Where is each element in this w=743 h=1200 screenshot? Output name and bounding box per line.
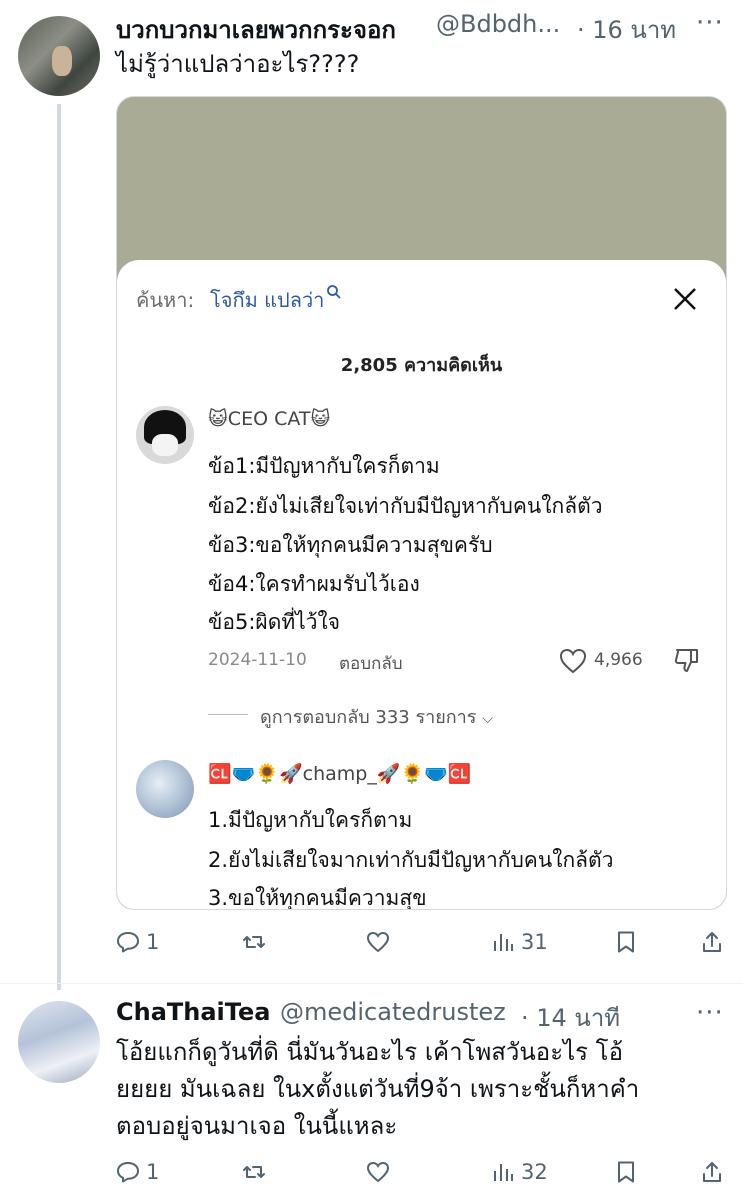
dislike-icon (674, 649, 698, 672)
comment-line: 3.ขอให้ทุกคนมีความสุข (208, 886, 427, 910)
comment-reply-label: ตอบกลับ (339, 654, 403, 674)
comment-line: ข้อ1:มีปัญหากับใครก็ตาม (208, 454, 440, 478)
share-icon (703, 932, 721, 952)
views-chart-icon (494, 934, 513, 951)
comment-count: 2,805 ความคิดเห็น (340, 355, 503, 376)
reply-icon (117, 932, 139, 953)
repost-button[interactable] (242, 927, 266, 957)
heart-icon (366, 1161, 390, 1183)
tweet-actions: 1 31 (116, 927, 726, 957)
timestamp[interactable]: · 14 นาที (521, 998, 620, 1037)
like-button[interactable] (366, 1157, 390, 1187)
tweet-text: โอ้ยแกก็ดูวันที่ดิ นี่มันวันอะไร เค้าโพส… (116, 1034, 639, 1145)
comment-line: 1.มีปัญหากับใครก็ตาม (208, 808, 413, 832)
views-button[interactable]: 32 (491, 1157, 548, 1187)
handle[interactable]: @medicatedrustez (280, 998, 506, 1026)
chevron-down-icon: ⌵ (482, 711, 493, 727)
media-image[interactable]: ค้นหา: โจกึม แปลว่า 2,805 ความคิดเห็น 😺C… (116, 96, 727, 910)
avatar[interactable] (18, 16, 100, 96)
search-label: ค้นหา: (136, 288, 195, 312)
share-button[interactable] (700, 927, 724, 957)
reply-button[interactable]: 1 (116, 927, 159, 957)
commenter-name: 😺CEO CAT😺 (208, 408, 331, 430)
commenter-avatar (136, 760, 194, 818)
share-icon (703, 1162, 721, 1182)
comment-line: 2.ยังไม่เสียใจมากเท่ากับมีปัญหากับคนใกล้… (208, 848, 614, 872)
tweet-divider (0, 983, 743, 984)
comment-date: 2024-11-10 (208, 650, 307, 670)
reply-button[interactable]: 1 (116, 1157, 159, 1187)
repost-icon (243, 936, 265, 948)
tweet-text-line: ตอบอยู่จนมาเจอ ในนี้แหละ (116, 1112, 398, 1140)
more-options-icon[interactable]: ··· (696, 998, 724, 1028)
close-icon (674, 288, 696, 310)
handle[interactable]: @Bdbdh... (436, 10, 560, 38)
commenter-avatar (136, 406, 194, 464)
comment-line: ข้อ4:ใครทำผมรับไว้เอง (208, 572, 420, 596)
search-icon (327, 285, 342, 299)
share-button[interactable] (700, 1157, 724, 1187)
repost-icon (243, 1166, 265, 1178)
bookmark-icon (618, 1161, 634, 1183)
views-button[interactable]: 31 (491, 927, 548, 957)
tweet-text-line: โอ้ยแกก็ดูวันที่ดิ นี่มันวันอะไร เค้าโพส… (116, 1038, 623, 1066)
comment-line: ข้อ5:ผิดที่ไว้ใจ (208, 610, 341, 634)
bookmark-button[interactable] (614, 927, 638, 957)
comment-line: ข้อ2:ยังไม่เสียใจเท่ากับมีปัญหากับคนใกล้… (208, 494, 603, 518)
avatar[interactable] (18, 1001, 100, 1083)
heart-icon (366, 931, 390, 953)
comment-sheet: ค้นหา: โจกึม แปลว่า 2,805 ความคิดเห็น 😺C… (117, 260, 726, 910)
bookmark-icon (618, 931, 634, 953)
comment-likes: 4,966 (594, 650, 643, 670)
tweet-text: ไม่รู้ว่าแปลว่าอะไร???? (116, 50, 360, 78)
comment-line: ข้อ3:ขอให้ทุกคนมีความสุขครับ (208, 533, 493, 557)
reply-icon (117, 1162, 139, 1183)
repost-button[interactable] (242, 1157, 266, 1187)
tweet-text-line: ยยยย มันเฉลย ในxตั้งแต่วันที่9จ้า เพราะช… (116, 1075, 640, 1103)
display-name[interactable]: บวกบวกมาเลยพวกกระจอก (116, 10, 396, 49)
view-replies: ดูการตอบกลับ 333 รายการ ⌵ (260, 707, 493, 728)
like-button[interactable] (366, 927, 390, 957)
search-query: โจกึม แปลว่า (210, 284, 342, 316)
like-heart-icon (559, 648, 587, 674)
thread-line (57, 104, 61, 990)
more-options-icon[interactable]: ··· (696, 8, 724, 38)
tweet-actions: 1 32 (116, 1157, 726, 1187)
commenter-name: 🆑🩲🌻🚀champ_🚀🌻🩲🆑 (208, 763, 472, 785)
views-chart-icon (494, 1164, 513, 1181)
display-name[interactable]: ChaThaiTea (116, 998, 270, 1026)
bookmark-button[interactable] (614, 1157, 638, 1187)
divider (208, 714, 248, 715)
timestamp[interactable]: · 16 นาท (577, 10, 676, 49)
